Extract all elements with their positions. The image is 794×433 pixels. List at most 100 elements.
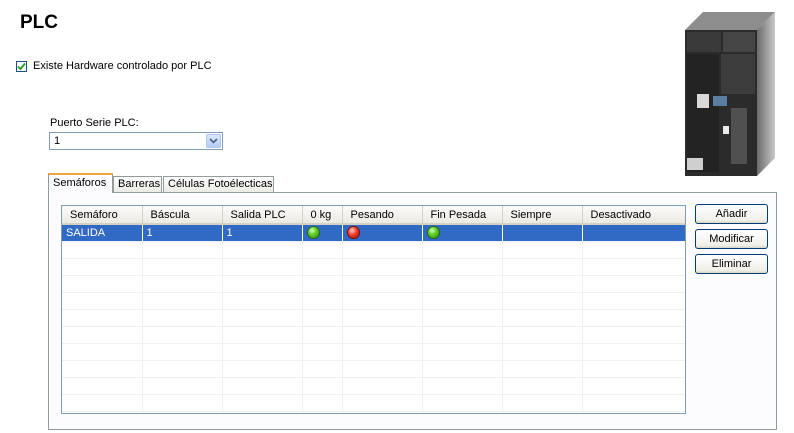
empty-cell [62, 241, 143, 259]
tab-semaforos[interactable]: Semáforos [48, 173, 113, 193]
column-header-desactivado[interactable]: Desactivado [582, 206, 685, 225]
empty-cell [342, 309, 423, 327]
empty-cell [62, 292, 143, 310]
plc-device-image [685, 12, 775, 176]
empty-cell [222, 360, 303, 378]
empty-cell [302, 377, 343, 395]
empty-cell [302, 275, 343, 293]
empty-row[interactable] [62, 326, 685, 344]
empty-row[interactable] [62, 394, 685, 412]
empty-cell [222, 343, 303, 361]
empty-cell [582, 360, 685, 378]
empty-cell [62, 258, 143, 276]
empty-cell [342, 241, 423, 259]
empty-cell [142, 377, 223, 395]
empty-cell [142, 292, 223, 310]
tab-celulas-fotoelectricas[interactable]: Células Fotoélecticas [163, 176, 274, 192]
serial-port-value: 1 [54, 135, 61, 147]
empty-row[interactable] [62, 377, 685, 395]
semaforos-grid[interactable]: Semáforo Báscula Salida PLC 0 kg Pesando… [61, 205, 686, 414]
column-header-salida-plc[interactable]: Salida PLC [222, 206, 303, 225]
empty-cell [502, 292, 583, 310]
table-row[interactable]: SALIDA 1 1 [62, 224, 685, 242]
column-header-cero-kg[interactable]: 0 kg [302, 206, 343, 225]
column-header-fin-pesada[interactable]: Fin Pesada [422, 206, 503, 225]
empty-cell [422, 275, 503, 293]
empty-cell [582, 377, 685, 395]
empty-cell [342, 292, 423, 310]
empty-cell [502, 241, 583, 259]
cell-salida-plc: 1 [222, 224, 303, 242]
serial-port-select[interactable]: 1 [49, 132, 223, 150]
empty-cell [422, 326, 503, 344]
red-light-icon [346, 226, 360, 240]
column-header-semaforo[interactable]: Semáforo [62, 206, 143, 225]
empty-cell [342, 377, 423, 395]
empty-row[interactable] [62, 275, 685, 293]
empty-cell [142, 326, 223, 344]
column-header-bascula[interactable]: Báscula [142, 206, 223, 225]
checkmark-icon [17, 62, 26, 70]
empty-cell [302, 241, 343, 259]
empty-row[interactable] [62, 343, 685, 361]
empty-cell [422, 241, 503, 259]
empty-cell [142, 275, 223, 293]
add-button[interactable]: Añadir [695, 204, 768, 224]
empty-cell [62, 343, 143, 361]
empty-row[interactable] [62, 309, 685, 327]
hardware-checkbox-row[interactable]: Existe Hardware controlado por PLC [16, 60, 212, 72]
empty-cell [62, 326, 143, 344]
empty-cell [342, 394, 423, 412]
empty-cell [142, 258, 223, 276]
empty-row[interactable] [62, 258, 685, 276]
empty-cell [422, 258, 503, 276]
empty-cell [502, 394, 583, 412]
empty-cell [142, 343, 223, 361]
empty-cell [582, 258, 685, 276]
empty-row[interactable] [62, 360, 685, 378]
empty-cell [502, 258, 583, 276]
column-header-pesando[interactable]: Pesando [342, 206, 423, 225]
empty-cell [302, 360, 343, 378]
tab-barreras[interactable]: Barreras [113, 176, 162, 192]
empty-cell [502, 343, 583, 361]
modify-button[interactable]: Modificar [695, 229, 768, 249]
empty-cell [422, 343, 503, 361]
empty-cell [502, 309, 583, 327]
empty-cell [62, 394, 143, 412]
empty-cell [62, 360, 143, 378]
green-light-icon [306, 226, 320, 240]
empty-cell [582, 241, 685, 259]
empty-row[interactable] [62, 292, 685, 310]
empty-cell [302, 309, 343, 327]
empty-cell [502, 360, 583, 378]
empty-cell [222, 275, 303, 293]
dropdown-button[interactable] [206, 134, 221, 148]
grid-header-row: Semáforo Báscula Salida PLC 0 kg Pesando… [62, 206, 685, 225]
empty-cell [222, 377, 303, 395]
empty-cell [62, 309, 143, 327]
empty-cell [342, 343, 423, 361]
empty-cell [422, 394, 503, 412]
empty-cell [142, 309, 223, 327]
hardware-checkbox[interactable] [16, 60, 27, 72]
cell-semaforo: SALIDA [62, 224, 143, 242]
empty-row[interactable] [62, 241, 685, 259]
chevron-down-icon [209, 138, 218, 144]
empty-cell [422, 292, 503, 310]
cell-desactivado [582, 224, 685, 242]
empty-cell [502, 275, 583, 293]
column-header-siempre[interactable]: Siempre [502, 206, 583, 225]
empty-cell [222, 292, 303, 310]
empty-cell [582, 343, 685, 361]
empty-cell [582, 394, 685, 412]
empty-cell [422, 309, 503, 327]
empty-cell [302, 394, 343, 412]
empty-cell [302, 326, 343, 344]
delete-button[interactable]: Eliminar [695, 254, 768, 274]
empty-cell [222, 258, 303, 276]
empty-cell [142, 394, 223, 412]
cell-fin-pesada [422, 224, 503, 242]
serial-port-label: Puerto Serie PLC: [50, 117, 139, 129]
empty-cell [582, 292, 685, 310]
